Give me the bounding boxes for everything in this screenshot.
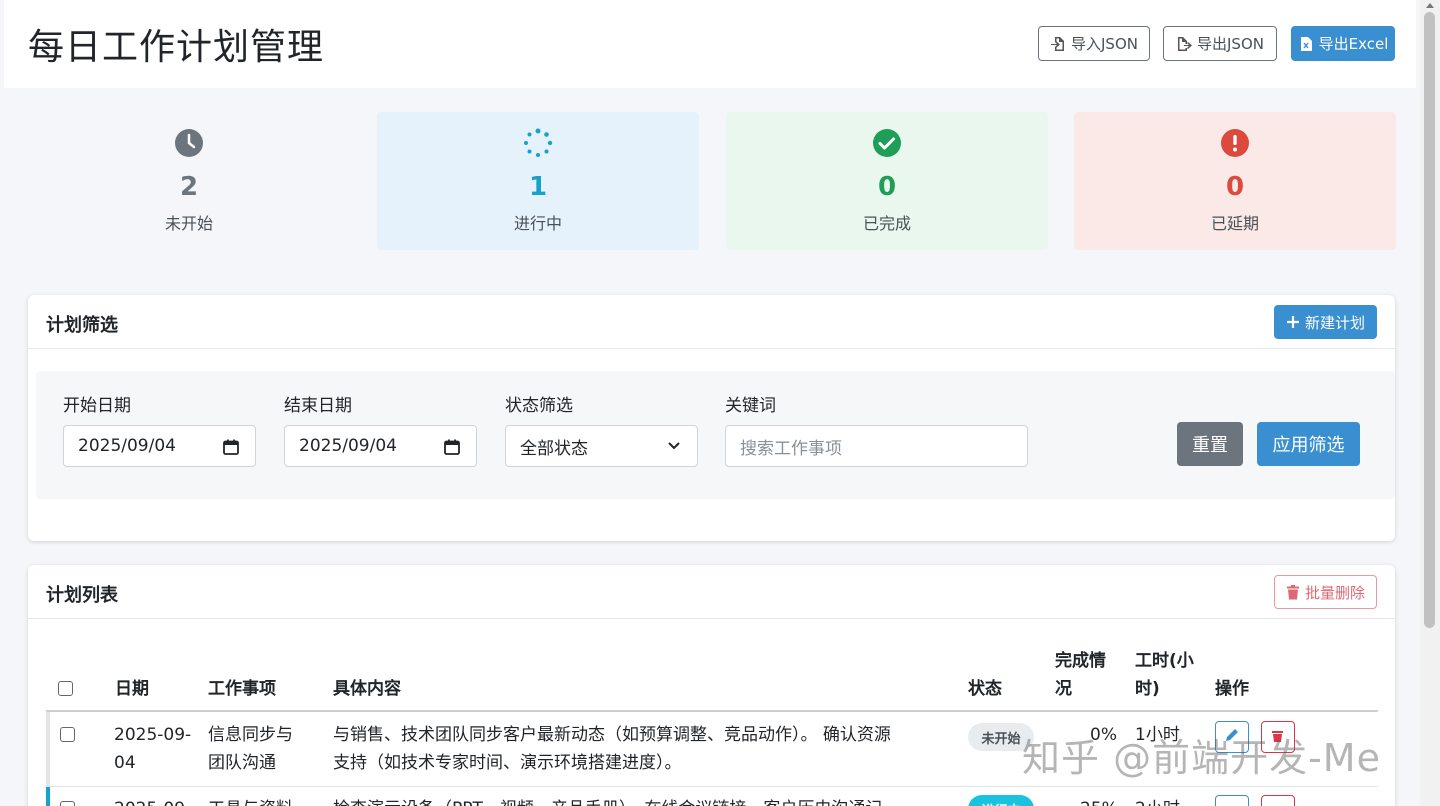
col-header-progress: 完成情况: [1055, 651, 1106, 699]
filter-panel: 计划筛选 新建计划 开始日期 2025/09/04 结束日期 2025/09/0…: [28, 295, 1395, 541]
plan-list-header: 计划列表 批量删除: [28, 565, 1395, 619]
filter-panel-title: 计划筛选: [46, 315, 118, 336]
status-filter-select[interactable]: 全部状态: [505, 425, 698, 467]
file-export-icon: [1178, 36, 1192, 51]
status-badge: 未开始: [968, 723, 1034, 751]
col-header-hours: 工时(小 时): [1135, 651, 1194, 699]
calendar-icon[interactable]: [444, 439, 460, 455]
end-date-label: 结束日期: [284, 396, 352, 416]
page-header: 每日工作计划管理 导入JSON 导出JSON 导出Excel: [4, 0, 1416, 88]
stat-card-not-started: 2 未开始: [28, 112, 350, 250]
row-checkbox[interactable]: [60, 801, 75, 806]
col-header-date: 日期: [115, 679, 149, 699]
col-header-status: 状态: [968, 679, 1002, 699]
col-header-item: 工作事项: [208, 679, 276, 699]
row-content: 检查演示设备（PPT、视频、产品手册）。在线会议链接、客户历史沟通记: [333, 795, 882, 806]
row-hours: 2小时: [1135, 795, 1180, 806]
row-hours: 1小时: [1135, 725, 1180, 745]
spinner-icon: [524, 128, 553, 157]
import-json-button[interactable]: 导入JSON: [1038, 26, 1150, 61]
col-header-content: 具体内容: [333, 679, 401, 699]
keyword-label: 关键词: [725, 396, 776, 416]
scrollbar-thumb[interactable]: [1424, 12, 1435, 628]
stat-label: 未开始: [164, 214, 213, 233]
export-excel-button[interactable]: 导出Excel: [1291, 26, 1395, 61]
row-progress: 25%: [1080, 795, 1118, 806]
col-header-actions: 操作: [1215, 679, 1249, 699]
stat-label: 已延期: [1210, 214, 1259, 233]
row-content: 与销售、技术团队同步客户最新动态（如预算调整、竞品动作）。 确认资源 支持（如技术…: [333, 725, 891, 773]
start-date-label: 开始日期: [63, 396, 131, 416]
trash-icon: [1272, 731, 1283, 742]
end-date-input[interactable]: 2025/09/04: [284, 425, 477, 467]
filter-panel-header: 计划筛选 新建计划: [28, 295, 1395, 349]
start-date-input[interactable]: 2025/09/04: [63, 425, 256, 467]
bulk-delete-label: 批量删除: [1304, 583, 1365, 602]
keyword-search-input[interactable]: 搜索工作事项: [725, 425, 1028, 467]
vertical-scrollbar[interactable]: [1420, 0, 1440, 806]
row-date: 2025-09-: [114, 795, 191, 806]
stat-label: 进行中: [513, 214, 562, 233]
check-circle-icon: [873, 129, 901, 157]
status-badge: 进行中: [968, 795, 1034, 806]
delete-button[interactable]: [1261, 721, 1295, 753]
stat-value: 2: [179, 172, 199, 202]
clock-icon: [175, 129, 203, 157]
row-item: 信息同步与 团队沟通: [208, 725, 293, 773]
row-date: 2025-09- 04: [114, 725, 192, 773]
import-json-label: 导入JSON: [1071, 35, 1138, 53]
bulk-delete-button[interactable]: 批量删除: [1274, 575, 1377, 609]
calendar-icon[interactable]: [223, 439, 239, 455]
stat-value: 1: [528, 172, 548, 202]
stat-value: 0: [877, 172, 897, 202]
new-plan-label: 新建计划: [1304, 313, 1365, 332]
plan-list-title: 计划列表: [46, 585, 118, 606]
row-item: 工具与资料: [208, 795, 293, 806]
apply-filter-button[interactable]: 应用筛选: [1257, 422, 1360, 466]
stat-card-delayed: 0 已延期: [1074, 112, 1396, 250]
file-excel-icon: [1300, 36, 1312, 51]
scroll-up-arrow-icon[interactable]: [1426, 3, 1434, 8]
status-filter-label: 状态筛选: [505, 396, 573, 416]
trash-icon: [1286, 584, 1299, 599]
select-all-checkbox[interactable]: [58, 681, 73, 696]
export-json-label: 导出JSON: [1197, 35, 1264, 53]
stat-value: 0: [1225, 172, 1245, 202]
file-import-icon: [1051, 36, 1064, 51]
edit-button[interactable]: [1215, 721, 1249, 753]
chevron-down-icon: [668, 442, 680, 450]
stat-card-completed: 0 已完成: [726, 112, 1048, 250]
page-title: 每日工作计划管理: [28, 27, 325, 68]
exclamation-circle-icon: [1221, 129, 1249, 157]
edit-icon: [1226, 729, 1238, 741]
row-checkbox[interactable]: [60, 727, 75, 742]
row-progress: 0%: [1090, 725, 1117, 745]
edit-button[interactable]: [1215, 795, 1249, 806]
filter-form: 开始日期 2025/09/04 结束日期 2025/09/04 状态筛选 全部状…: [36, 371, 1395, 499]
export-excel-label: 导出Excel: [1318, 35, 1389, 53]
stat-card-in-progress: 1 进行中: [377, 112, 699, 250]
export-json-button[interactable]: 导出JSON: [1163, 26, 1277, 61]
reset-button[interactable]: 重置: [1177, 422, 1243, 466]
new-plan-button[interactable]: 新建计划: [1274, 305, 1377, 339]
delete-button[interactable]: [1261, 795, 1295, 806]
plus-icon: [1286, 316, 1299, 328]
stat-label: 已完成: [862, 214, 911, 233]
plan-list-panel: 计划列表 批量删除 日期 工作事项 具体内容 状态 完成情况 工时(小 时) 操作…: [28, 565, 1395, 806]
